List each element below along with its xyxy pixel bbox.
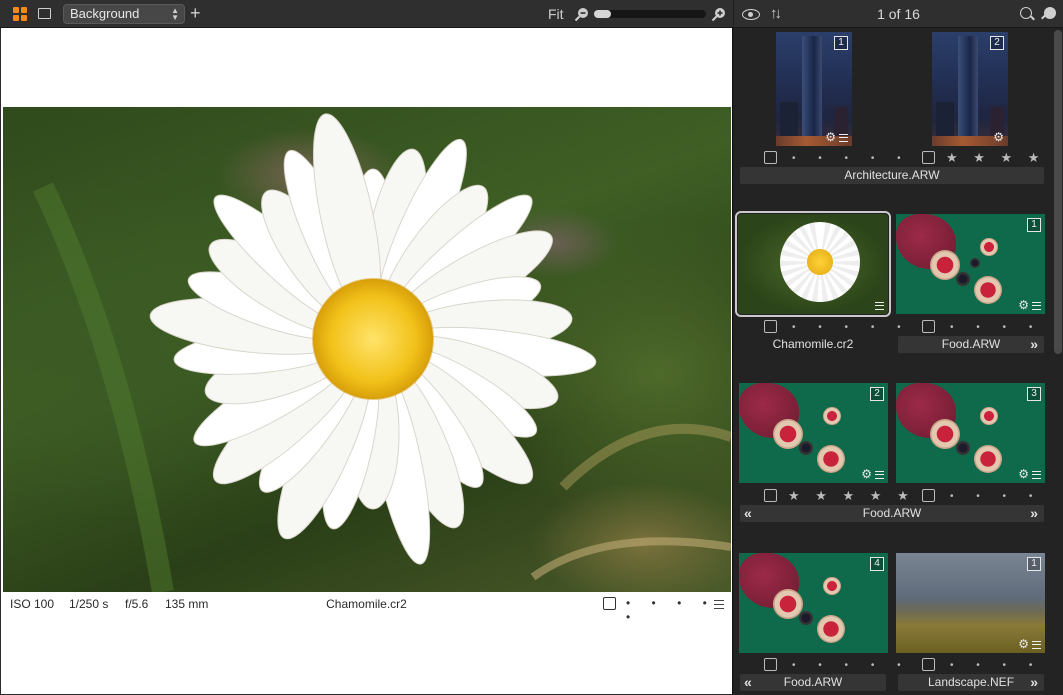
select-checkbox[interactable]: [764, 658, 777, 671]
thumbnail[interactable]: 2 ⚙: [932, 32, 1008, 146]
zoom-fit-label[interactable]: Fit: [548, 6, 564, 22]
gear-icon: ⚙: [993, 130, 1004, 144]
metadata-icon: [1032, 302, 1041, 310]
thumbnail[interactable]: 2 ⚙: [739, 383, 888, 483]
thumbnail-selected[interactable]: [735, 211, 891, 317]
browser-scrollbar[interactable]: [1054, 30, 1062, 354]
rating[interactable]: ★ ★ ★ ★ ★: [788, 489, 915, 502]
variant-badge: 3: [1027, 387, 1041, 401]
file-name-label: Chamomile.cr2: [772, 337, 854, 351]
select-checkbox[interactable]: [764, 320, 777, 333]
group-name-bar[interactable]: « Food.ARW: [740, 674, 886, 691]
metadata-icon: [875, 302, 884, 310]
image-counter: 1 of 16: [877, 6, 920, 22]
zoom-slider-fill: [594, 10, 611, 18]
next-group-icon[interactable]: »: [1030, 674, 1038, 690]
metadata-icon: [1032, 471, 1041, 479]
viewer-filename: Chamomile.cr2: [326, 597, 407, 611]
zoom-out-icon[interactable]: [574, 6, 590, 22]
select-checkbox[interactable]: [764, 151, 777, 164]
select-checkbox[interactable]: [922, 658, 935, 671]
variant-badge: 2: [870, 387, 884, 401]
thumbnail[interactable]: 3 ⚙: [896, 383, 1045, 483]
group-name-bar[interactable]: Landscape.NEF »: [898, 674, 1044, 691]
group-name: Food.ARW: [783, 675, 843, 689]
prev-group-icon[interactable]: «: [744, 505, 752, 521]
thumbnail[interactable]: 4: [739, 553, 888, 653]
grid-view-icon[interactable]: [12, 6, 28, 22]
metadata-icon: [839, 134, 848, 142]
zoom-slider[interactable]: [594, 10, 706, 18]
metadata-icon[interactable]: [714, 600, 724, 609]
group-name: Landscape.NEF: [927, 675, 1015, 689]
variant-badge: 2: [990, 36, 1004, 50]
single-view-icon[interactable]: [37, 6, 53, 22]
viewer-toolbar: Background ▲ ▼ + Fit: [0, 0, 733, 28]
group-name-bar[interactable]: Food.ARW »: [898, 336, 1044, 353]
search-icon[interactable]: [1020, 7, 1032, 19]
gear-icon: ⚙: [1018, 637, 1029, 651]
background-select-value: Background: [70, 6, 140, 21]
thumbnail[interactable]: 1 ⚙: [896, 214, 1045, 314]
group-name: Architecture.ARW: [844, 168, 940, 182]
group-name-bar[interactable]: Architecture.ARW: [740, 167, 1044, 184]
gear-icon: ⚙: [861, 467, 872, 481]
gear-icon: ⚙: [1018, 467, 1029, 481]
viewer-select-checkbox[interactable]: [603, 597, 616, 610]
zoom-search-icon[interactable]: [1044, 7, 1056, 19]
daisy-image: [33, 113, 731, 592]
next-group-icon[interactable]: »: [1030, 505, 1038, 521]
gear-icon: ⚙: [1018, 298, 1029, 312]
file-name[interactable]: Chamomile.cr2: [740, 336, 886, 353]
rating[interactable]: • • • • •: [792, 659, 911, 672]
group-name: Food.ARW: [941, 337, 1001, 351]
chevron-updown-icon: ▲ ▼: [171, 6, 179, 22]
variant-badge: 1: [1027, 218, 1041, 232]
select-checkbox[interactable]: [764, 489, 777, 502]
select-checkbox[interactable]: [922, 151, 935, 164]
select-checkbox[interactable]: [922, 320, 935, 333]
rating[interactable]: • • • • •: [792, 152, 911, 165]
browser-toolbar: ↑↓ 1 of 16: [734, 0, 1063, 28]
rating[interactable]: • • • • •: [792, 321, 911, 334]
browser-pane: ↑↓ 1 of 16 1 ⚙ 2 ⚙ • • • • • ★ ★ ★ ★ • A…: [734, 0, 1063, 695]
add-icon[interactable]: +: [190, 4, 206, 22]
metadata-icon: [875, 471, 884, 479]
variant-badge: 1: [834, 36, 848, 50]
background-select[interactable]: Background ▲ ▼: [63, 4, 185, 24]
group-name: Food.ARW: [862, 506, 922, 520]
main-photo[interactable]: [3, 107, 731, 592]
select-checkbox[interactable]: [922, 489, 935, 502]
group-name-bar[interactable]: « Food.ARW »: [740, 505, 1044, 522]
metadata-icon: [1032, 641, 1041, 649]
viewer-pane: Background ▲ ▼ + Fit ISO 100 1/250 s f/5…: [0, 0, 733, 695]
zoom-in-icon[interactable]: [711, 6, 727, 22]
variant-badge: 4: [870, 557, 884, 571]
gear-icon: ⚙: [825, 130, 836, 144]
prev-group-icon[interactable]: «: [744, 674, 752, 690]
thumbnail[interactable]: 1 ⚙: [776, 32, 852, 146]
next-group-icon[interactable]: »: [1030, 336, 1038, 352]
thumbnail[interactable]: 1 ⚙: [896, 553, 1045, 653]
variant-badge: 1: [1027, 557, 1041, 571]
